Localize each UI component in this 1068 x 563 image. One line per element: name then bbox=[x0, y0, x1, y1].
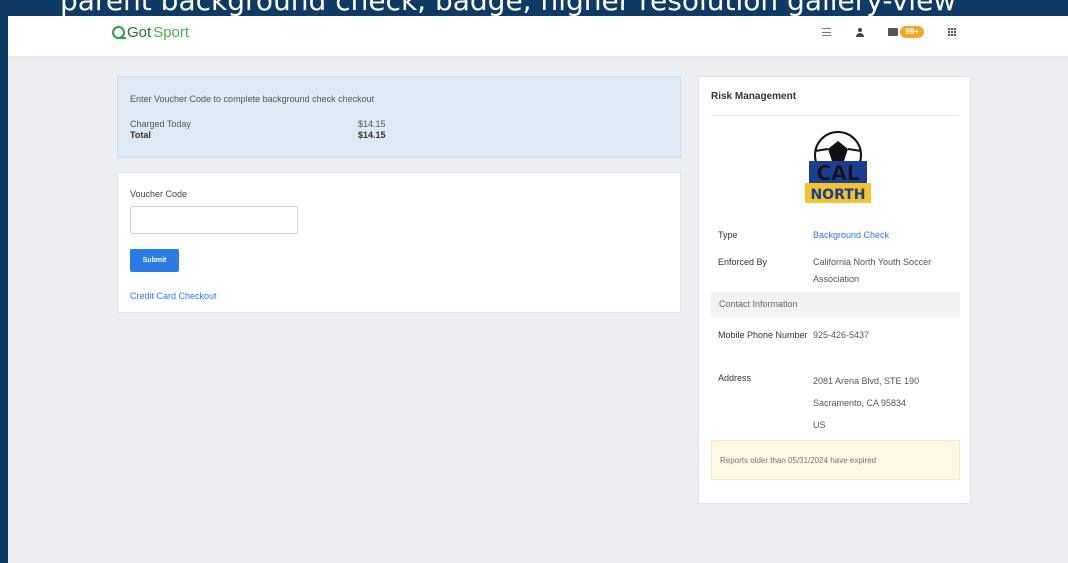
type-value-link[interactable]: Background Check bbox=[813, 227, 960, 244]
voucher-form-card: Voucher Code Submit Credit Card Checkout bbox=[117, 172, 681, 313]
enforced-by-value: California North Youth Soccer Associatio… bbox=[813, 257, 932, 284]
top-icon-group: 99+ bbox=[820, 26, 958, 38]
phone-row: Mobile Phone Number 925-426-5437 bbox=[718, 327, 960, 344]
charged-today-label: Charged Today bbox=[130, 119, 191, 129]
app-window: Got Sport 99+ Enter Voucher Code to compl… bbox=[8, 16, 1068, 563]
charged-today-row: Charged Today $14.15 bbox=[130, 119, 668, 130]
charged-today-value: $14.15 bbox=[358, 119, 386, 129]
total-row: Total $14.15 bbox=[130, 130, 668, 141]
expiry-notice: Reports older than 05/31/2024 have expir… bbox=[711, 440, 960, 480]
top-navbar: Got Sport 99+ bbox=[8, 16, 1068, 57]
voucher-instruction: Enter Voucher Code to complete backgroun… bbox=[130, 94, 375, 104]
notification-badge: 99+ bbox=[900, 26, 924, 38]
type-row: Type Background Check bbox=[718, 227, 960, 244]
submit-button[interactable]: Submit bbox=[130, 249, 179, 272]
mail-icon bbox=[888, 28, 899, 36]
voucher-code-label: Voucher Code bbox=[130, 189, 188, 199]
total-label: Total bbox=[130, 130, 151, 140]
logo-north-text: NORTH bbox=[810, 187, 865, 203]
user-icon[interactable] bbox=[854, 26, 866, 38]
address-label: Address bbox=[718, 373, 752, 383]
voucher-summary-banner: Enter Voucher Code to complete backgroun… bbox=[117, 76, 681, 158]
credit-card-checkout-link[interactable]: Credit Card Checkout bbox=[130, 291, 217, 301]
apps-grid-icon[interactable] bbox=[946, 26, 958, 38]
type-label: Type bbox=[718, 230, 738, 240]
voucher-code-input[interactable] bbox=[130, 206, 298, 234]
caption-overlay: parent background check, badge, higher r… bbox=[0, 0, 1068, 16]
cal-north-logo: CAL NORTH bbox=[805, 131, 871, 203]
address-line-3: US bbox=[813, 420, 826, 430]
phone-label: Mobile Phone Number bbox=[718, 330, 808, 340]
address-row: Address 2081 Arena Blvd, STE 190 Sacrame… bbox=[718, 370, 960, 436]
logo-cal-text: CAL bbox=[817, 161, 860, 185]
risk-management-title: Risk Management bbox=[711, 91, 958, 116]
enforced-by-label: Enforced By bbox=[718, 257, 768, 267]
address-line-1: 2081 Arena Blvd, STE 190 bbox=[813, 376, 920, 386]
logo-got-text: Got bbox=[127, 24, 152, 41]
logo-sport-text: Sport bbox=[153, 24, 190, 41]
total-value: $14.15 bbox=[358, 130, 386, 140]
address-value: 2081 Arena Blvd, STE 190 Sacramento, CA … bbox=[813, 370, 960, 436]
risk-management-card: Risk Management CAL NORTH Type Backgroun… bbox=[698, 76, 971, 504]
gotsport-logo-icon bbox=[112, 26, 126, 39]
contact-information-header: Contact Information bbox=[711, 292, 960, 317]
phone-value: 925-426-5437 bbox=[813, 330, 870, 340]
menu-icon[interactable] bbox=[820, 26, 832, 38]
address-line-2: Sacramento, CA 95834 bbox=[813, 398, 907, 408]
messages-button[interactable]: 99+ bbox=[888, 26, 924, 38]
enforced-by-row: Enforced By California North Youth Socce… bbox=[718, 254, 960, 288]
gotsport-logo[interactable]: Got Sport bbox=[112, 24, 189, 41]
